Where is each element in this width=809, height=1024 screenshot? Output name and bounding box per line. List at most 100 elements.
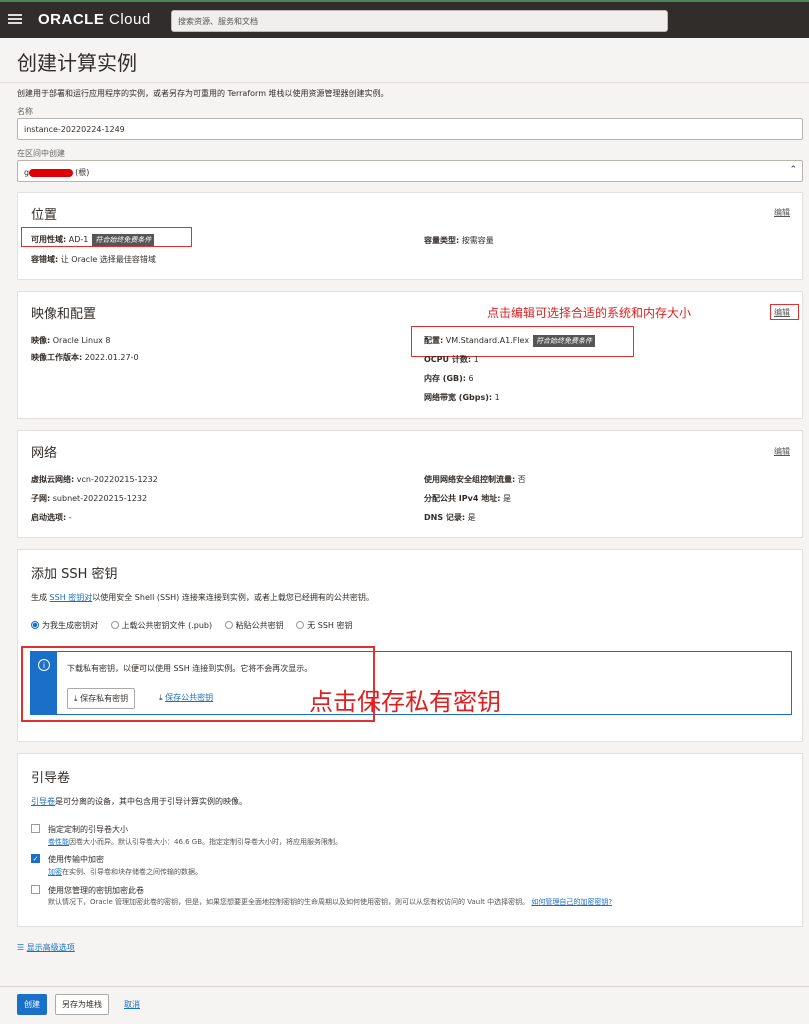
own-key-checkbox[interactable]: [31, 885, 40, 894]
name-label: 名称: [17, 107, 33, 116]
ssh-desc-post: 以使用安全 Shell (SSH) 连接来连接到实例，或者上载您已经拥有的公共密…: [92, 593, 374, 602]
boot-description: 引导卷是可分离的设备，其中包含用于引导计算实例的映像。: [31, 796, 247, 807]
search-input[interactable]: 搜索资源、服务和文档: [171, 10, 668, 32]
custom-boot-size-checkbox[interactable]: [31, 824, 40, 833]
in-transit-encryption-help: 加密在实例、引导卷和块存储卷之间传输的数据。: [48, 867, 202, 877]
ipv4-value: 是: [502, 494, 511, 503]
select-caret-icon: ⌃: [789, 165, 797, 175]
dns-key: DNS 记录:: [424, 513, 466, 522]
radio-upload-key[interactable]: 上载公共密钥文件 (.pub): [110, 620, 213, 630]
bandwidth-key: 网络带宽 (Gbps):: [424, 393, 493, 402]
placement-edit-link[interactable]: 编辑: [774, 207, 790, 218]
radio-paste-key[interactable]: 粘贴公共密钥: [224, 620, 284, 630]
ssh-title: 添加 SSH 密钥: [31, 567, 118, 582]
image-key: 映像:: [31, 336, 51, 345]
top-navigation-bar: ORACLE Cloud 搜索资源、服务和文档: [0, 0, 809, 38]
nsg-field: 使用网络安全组控制流量: 否: [424, 474, 526, 485]
radio-icon: [110, 620, 119, 629]
radio-generate-label: 为我生成密钥对: [42, 621, 98, 630]
build-value: 2022.01.27-0: [84, 353, 139, 362]
cancel-link[interactable]: 取消: [124, 999, 140, 1010]
create-button[interactable]: 创建: [17, 994, 47, 1015]
compartment-suffix: (根): [75, 168, 90, 177]
boot-volume-card: 引导卷 引导卷是可分离的设备，其中包含用于引导计算实例的映像。 指定定制的引导卷…: [17, 753, 803, 927]
shape-field: 配置: VM.Standard.A1.Flex 符合始终免费条件: [424, 335, 596, 347]
boot-title: 引导卷: [31, 771, 71, 786]
image-build-field: 映像工作版本: 2022.01.27-0: [31, 352, 139, 363]
in-transit-encryption-checkbox[interactable]: ✓: [31, 854, 40, 863]
boot-desc-post: 是可分离的设备，其中包含用于引导计算实例的映像。: [55, 797, 247, 806]
image-shape-card: 映像和配置 点击编辑可选择合适的系统和内存大小 编辑 映像: Oracle Li…: [17, 291, 803, 419]
own-key-label: 使用您管理的密钥加密此卷: [48, 886, 144, 895]
capacity-field: 容量类型: 按需容量: [424, 235, 494, 246]
annotation-save-hint: 点击保存私有密钥: [309, 688, 501, 716]
ipv4-field: 分配公共 IPv4 地址: 是: [424, 493, 511, 504]
ssh-key-card: 添加 SSH 密钥 生成 SSH 密钥对以使用安全 Shell (SSH) 连接…: [17, 549, 803, 742]
opt1-help-text: 因卷大小而异。默认引导卷大小：46.6 GB。指定定制引导卷大小时，将应用服务限…: [69, 838, 343, 846]
opt3-help-text: 默认情况下，Oracle 管理加密此卷的密钥，但是，如果您想要更全面地控制密钥的…: [48, 898, 530, 906]
ad-key: 可用性域:: [31, 235, 67, 244]
shape-key: 配置:: [424, 336, 444, 345]
subnet-value: subnet-20220215-1232: [52, 494, 148, 503]
placement-title: 位置: [31, 208, 58, 223]
name-value: instance-20220224-1249: [24, 125, 125, 134]
boot-volume-link[interactable]: 引导卷: [31, 797, 55, 806]
bandwidth-field: 网络带宽 (Gbps): 1: [424, 392, 500, 403]
radio-paste-label: 粘贴公共密钥: [235, 621, 284, 630]
always-free-badge: 符合始终免费条件: [533, 335, 596, 347]
ssh-key-pair-link[interactable]: SSH 密钥对: [50, 593, 93, 602]
opt2-help-text: 在实例、引导卷和块存储卷之间传输的数据。: [62, 868, 202, 876]
custom-boot-size-help: 卷性能因卷大小而异。默认引导卷大小：46.6 GB。指定定制引导卷大小时，将应用…: [48, 837, 342, 847]
brand-bold: ORACLE: [38, 11, 105, 28]
ocpu-field: OCPU 计数: 1: [424, 354, 479, 365]
launch-options-field: 启动选项: -: [31, 512, 72, 523]
subnet-field: 子网: subnet-20220215-1232: [31, 493, 147, 504]
capacity-value: 按需容量: [461, 236, 494, 245]
bandwidth-value: 1: [494, 393, 500, 402]
image-field: 映像: Oracle Linux 8: [31, 335, 111, 346]
image-shape-edit-link[interactable]: 编辑: [774, 307, 790, 318]
fault-value: 让 Oracle 选择最佳容错域: [60, 255, 156, 264]
oracle-cloud-logo[interactable]: ORACLE Cloud: [38, 11, 151, 28]
radio-icon: [296, 620, 305, 629]
radio-generate-key[interactable]: 为我生成密钥对: [31, 620, 98, 630]
always-free-badge: 符合始终免费条件: [92, 234, 155, 246]
radio-upload-label: 上载公共密钥文件 (.pub): [121, 621, 213, 630]
ssh-description: 生成 SSH 密钥对以使用安全 Shell (SSH) 连接来连接到实例，或者上…: [31, 592, 374, 603]
name-input[interactable]: instance-20220224-1249: [17, 118, 803, 140]
page-description: 创建用于部署和运行应用程序的实例，或者另存为可重用的 Terraform 堆栈以…: [17, 89, 389, 98]
ad-field: 可用性域: AD-1 符合始终免费条件: [31, 234, 155, 246]
radio-icon: [224, 620, 233, 629]
ssh-desc-pre: 生成: [31, 593, 50, 602]
placement-card: 位置 编辑 可用性域: AD-1 符合始终免费条件 容错域: 让 Oracle 选…: [17, 192, 803, 280]
ad-value: AD-1: [68, 235, 89, 244]
shape-value: VM.Standard.A1.Flex: [445, 336, 530, 345]
radio-selected-icon: [31, 620, 39, 629]
radio-no-key[interactable]: 无 SSH 密钥: [296, 620, 352, 630]
network-title: 网络: [31, 446, 58, 461]
compartment-select[interactable]: g (根) ⌃: [17, 160, 803, 182]
ocpu-key: OCPU 计数:: [424, 355, 472, 364]
subnet-key: 子网:: [31, 494, 51, 503]
manage-keys-link[interactable]: 如何管理自己的加密密钥?: [531, 898, 612, 906]
brand-light: Cloud: [104, 11, 151, 28]
ocpu-value: 1: [473, 355, 479, 364]
memory-key: 内存 (GB):: [424, 374, 466, 383]
title-divider: [0, 82, 809, 83]
network-edit-link[interactable]: 编辑: [774, 446, 790, 457]
in-transit-encryption-label: 使用传输中加密: [48, 855, 104, 864]
volume-performance-link[interactable]: 卷性能: [48, 838, 69, 846]
compartment-label: 在区间中创建: [17, 149, 65, 158]
network-card: 网络 编辑 虚拟云网络: vcn-20220215-1232 子网: subne…: [17, 430, 803, 538]
save-as-stack-button[interactable]: 另存为堆栈: [55, 994, 109, 1015]
own-key-help: 默认情况下，Oracle 管理加密此卷的密钥，但是，如果您想要更全面地控制密钥的…: [48, 897, 612, 907]
nsg-value: 否: [517, 475, 526, 484]
redacted-mark: [29, 168, 74, 177]
show-advanced-options[interactable]: ☰ 显示高级选项: [17, 942, 75, 953]
launch-value: -: [68, 513, 72, 522]
encryption-link[interactable]: 加密: [48, 868, 62, 876]
ipv4-key: 分配公共 IPv4 地址:: [424, 494, 501, 503]
fault-key: 容错域:: [31, 255, 59, 264]
footer-divider: [0, 986, 809, 987]
menu-icon[interactable]: [8, 14, 22, 24]
